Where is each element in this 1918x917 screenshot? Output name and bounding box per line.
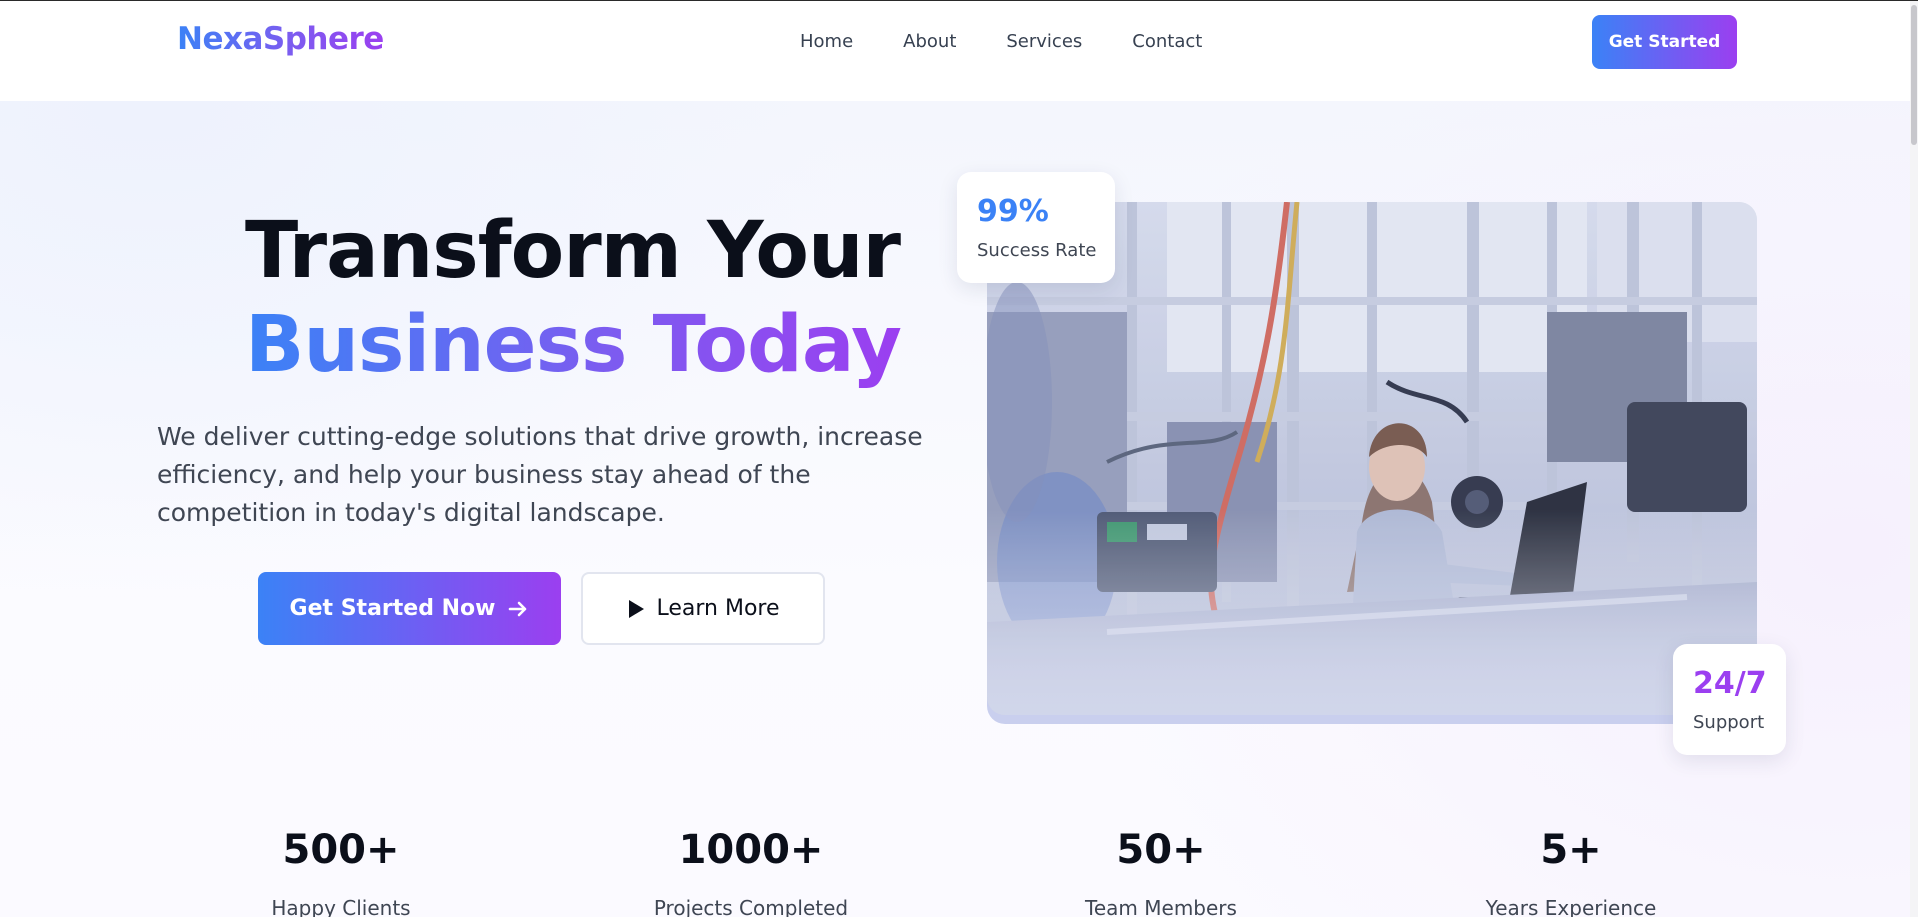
get-started-now-label: Get Started Now bbox=[289, 596, 496, 621]
headline-line-1: Transform Your bbox=[245, 206, 901, 296]
success-rate-label: Success Rate bbox=[977, 240, 1097, 261]
stat-value: 50+ bbox=[1116, 827, 1206, 873]
stat-projects-completed: 1000+ Projects Completed bbox=[601, 826, 901, 917]
stat-happy-clients: 500+ Happy Clients bbox=[191, 826, 491, 917]
nav-link-home[interactable]: Home bbox=[800, 31, 853, 53]
success-rate-value: 99% bbox=[977, 194, 1049, 229]
support-card: 24/7 Support bbox=[1673, 644, 1786, 755]
hero-description: We deliver cutting-edge solutions that d… bbox=[157, 422, 923, 527]
get-started-button[interactable]: Get Started bbox=[1592, 15, 1737, 69]
stat-value: 1000+ bbox=[678, 827, 824, 873]
hero-headline: Transform Your Business Today bbox=[245, 204, 902, 392]
headline-line-2: Business Today bbox=[245, 300, 902, 390]
top-nav: NexaSphere Home About Services Contact G… bbox=[0, 1, 1918, 101]
stat-years-experience: 5+ Years Experience bbox=[1421, 826, 1721, 917]
nav-link-contact[interactable]: Contact bbox=[1132, 31, 1202, 53]
learn-more-label: Learn More bbox=[656, 596, 780, 621]
scrollbar-thumb[interactable] bbox=[1911, 5, 1917, 145]
stat-label: Team Members bbox=[1085, 896, 1237, 917]
learn-more-button[interactable]: Learn More bbox=[581, 572, 825, 645]
success-rate-card: 99% Success Rate bbox=[957, 172, 1115, 283]
arrow-right-icon bbox=[509, 601, 527, 616]
support-label: Support bbox=[1693, 712, 1765, 733]
nav-links: Home About Services Contact bbox=[800, 31, 1252, 53]
stat-label: Projects Completed bbox=[653, 896, 849, 917]
support-value: 24/7 bbox=[1693, 666, 1767, 701]
stat-label: Happy Clients bbox=[271, 896, 411, 917]
stat-team-members: 50+ Team Members bbox=[1011, 826, 1311, 917]
play-icon bbox=[629, 599, 645, 618]
logo[interactable]: NexaSphere bbox=[177, 21, 384, 57]
stat-label: Years Experience bbox=[1485, 896, 1657, 917]
nav-link-about[interactable]: About bbox=[903, 31, 956, 53]
hero-section: Transform Your Business Today We deliver… bbox=[0, 101, 1918, 917]
get-started-now-button[interactable]: Get Started Now bbox=[258, 572, 561, 645]
page: NexaSphere Home About Services Contact G… bbox=[0, 0, 1918, 917]
nav-link-services[interactable]: Services bbox=[1006, 31, 1082, 53]
stat-value: 500+ bbox=[282, 827, 400, 873]
stat-value: 5+ bbox=[1540, 827, 1602, 873]
